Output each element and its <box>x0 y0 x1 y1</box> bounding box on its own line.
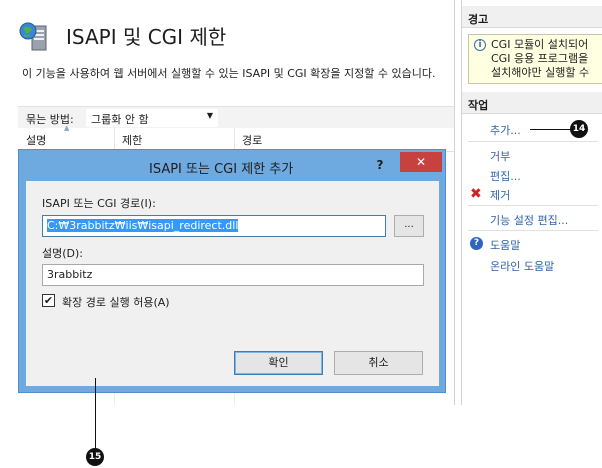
page-description: 이 기능을 사용하여 웹 서버에서 실행할 수 있는 ISAPI 및 CGI 확… <box>22 67 436 80</box>
path-label: ISAPI 또는 CGI 경로(I): <box>42 197 156 210</box>
action-edit[interactable]: 편집... <box>490 168 521 184</box>
divider <box>468 141 598 142</box>
ok-button[interactable]: 확인 <box>234 351 323 375</box>
action-remove[interactable]: 제거 <box>490 187 510 203</box>
alert-box: i CGI 모듈이 설치되어 CGI 응용 프로그램을 설치해야만 실행할 수 <box>468 34 602 84</box>
info-icon: i <box>474 39 486 51</box>
sort-ascending-icon: ▲ <box>64 124 70 132</box>
add-restriction-dialog: ISAPI 또는 CGI 제한 추가 ? ✕ ISAPI 또는 CGI 경로(I… <box>18 149 446 393</box>
description-label: 설명(D): <box>42 247 83 260</box>
dialog-help-button[interactable]: ? <box>371 156 389 174</box>
allow-extension-label[interactable]: 확장 경로 실행 허용(A) <box>62 294 170 310</box>
dropdown-arrow-icon: ▼ <box>206 111 213 120</box>
browse-button[interactable]: ... <box>394 215 424 237</box>
alerts-header: 경고 <box>462 6 602 28</box>
divider <box>468 205 598 206</box>
alert-text: 설치해야만 실행할 수 <box>491 66 590 79</box>
page-title: ISAPI 및 CGI 제한 <box>66 25 227 49</box>
actions-pane: 경고 i CGI 모듈이 설치되어 CGI 응용 프로그램을 설치해야만 실행할… <box>461 0 602 405</box>
group-by-select[interactable]: 그룹화 안 함 ▼ <box>86 109 218 127</box>
server-globe-icon <box>19 22 47 51</box>
column-header-restriction[interactable]: 제한 <box>122 132 142 148</box>
action-add[interactable]: 추가... <box>490 122 521 138</box>
action-online-help[interactable]: 온라인 도움말 <box>490 258 554 274</box>
actions-header: 작업 <box>462 92 602 114</box>
callout-leader-line <box>95 378 96 448</box>
cancel-button[interactable]: 취소 <box>334 351 423 375</box>
path-value: C:₩3rabbitz₩iis₩isapi_redirect.dll <box>47 219 239 232</box>
action-help[interactable]: 도움말 <box>490 237 520 253</box>
action-edit-feature-settings[interactable]: 기능 설정 편집... <box>490 212 568 228</box>
divider <box>468 230 598 231</box>
remove-icon: ✖ <box>470 186 482 202</box>
alert-text: CGI 응용 프로그램을 <box>491 52 589 65</box>
dialog-close-button[interactable]: ✕ <box>400 152 442 172</box>
dialog-body: ISAPI 또는 CGI 경로(I): C:₩3rabbitz₩iis₩isap… <box>26 181 439 386</box>
callout-badge-15: 15 <box>86 448 104 466</box>
alert-text: CGI 모듈이 설치되어 <box>491 38 589 51</box>
help-icon: ? <box>470 237 483 250</box>
action-deny[interactable]: 거부 <box>490 148 510 164</box>
dialog-titlebar[interactable]: ISAPI 또는 CGI 제한 추가 ? ✕ <box>19 150 445 180</box>
callout-badge-14: 14 <box>570 120 588 138</box>
description-input[interactable]: 3rabbitz <box>42 264 424 286</box>
column-header-path[interactable]: 경로 <box>242 132 262 148</box>
group-by-bar: 묶는 방법: 그룹화 안 함 ▼ <box>18 106 454 128</box>
column-header-description[interactable]: 설명 <box>26 132 46 148</box>
group-by-value: 그룹화 안 함 <box>91 113 149 126</box>
callout-leader-line <box>530 129 570 130</box>
dialog-title: ISAPI 또는 CGI 제한 추가 <box>149 162 294 177</box>
allow-extension-checkbox[interactable]: ✔ <box>42 294 55 307</box>
path-input[interactable]: C:₩3rabbitz₩iis₩isapi_redirect.dll <box>42 215 386 237</box>
